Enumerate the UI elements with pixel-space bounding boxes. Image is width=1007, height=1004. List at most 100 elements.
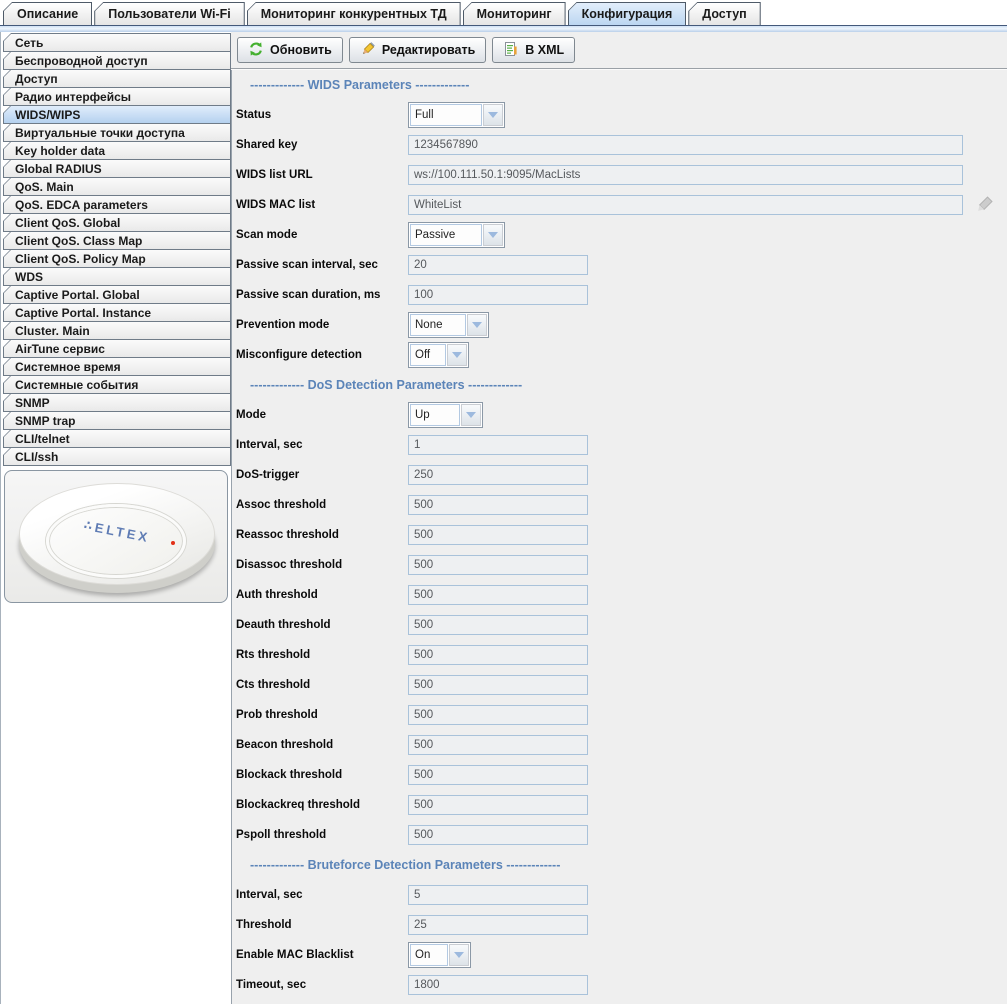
sidebar-item[interactable]: Системное время xyxy=(3,357,231,376)
dropdown[interactable]: Off xyxy=(408,342,469,368)
form-row: Passive scan interval, sec 20 xyxy=(232,250,1007,280)
text-field[interactable]: 20 xyxy=(408,255,588,275)
dropdown[interactable]: Up xyxy=(408,402,483,428)
dropdown[interactable]: None xyxy=(408,312,489,338)
sidebar-list: Сеть Беспроводной доступ Доступ Радио ин… xyxy=(3,33,231,466)
text-field[interactable]: 500 xyxy=(408,825,588,845)
top-tab[interactable]: Доступ xyxy=(688,2,760,25)
form-row: Status Full xyxy=(232,100,1007,130)
field-label: Reassoc threshold xyxy=(236,529,408,541)
top-tab[interactable]: Мониторинг конкурентных ТД xyxy=(247,2,461,25)
text-field[interactable]: 1 xyxy=(408,435,588,455)
sidebar-item[interactable]: Системные события xyxy=(3,375,231,394)
field-label: Assoc threshold xyxy=(236,499,408,511)
sidebar-item[interactable]: Client QoS. Global xyxy=(3,213,231,232)
text-field[interactable]: 500 xyxy=(408,795,588,815)
sidebar-item[interactable]: Доступ xyxy=(3,69,231,88)
text-field[interactable]: 500 xyxy=(408,645,588,665)
form-section: ------------- WIDS Parameters ----------… xyxy=(232,70,1007,370)
tab-strip xyxy=(0,25,1007,32)
text-field[interactable]: 1234567890 xyxy=(408,135,963,155)
sidebar-item-label: Client QoS. Global xyxy=(15,216,120,230)
sidebar-item[interactable]: Сеть xyxy=(3,33,231,52)
edit-button[interactable]: Редактировать xyxy=(349,37,486,63)
text-field[interactable]: 500 xyxy=(408,555,588,575)
tab-label: Описание xyxy=(17,7,78,21)
sidebar-item-label: Радио интерфейсы xyxy=(15,90,131,104)
dropdown-arrow-button[interactable] xyxy=(447,344,467,366)
form-row: Prevention mode None xyxy=(232,310,1007,340)
field-label: Blockack threshold xyxy=(236,769,408,781)
text-field[interactable]: 500 xyxy=(408,525,588,545)
sidebar-item[interactable]: CLI/ssh xyxy=(3,447,231,466)
top-tab[interactable]: Пользователи Wi-Fi xyxy=(94,2,245,25)
sidebar-item[interactable]: CLI/telnet xyxy=(3,429,231,448)
dropdown-arrow-button[interactable] xyxy=(461,404,481,426)
text-field[interactable]: 500 xyxy=(408,615,588,635)
sidebar-item[interactable]: Client QoS. Class Map xyxy=(3,231,231,250)
sidebar-item[interactable]: Радио интерфейсы xyxy=(3,87,231,106)
top-tab[interactable]: Конфигурация xyxy=(568,2,687,25)
sidebar-item-label: Captive Portal. Global xyxy=(15,288,140,302)
tab-bar: Описание Пользователи Wi-Fi Мониторинг к… xyxy=(0,0,1007,25)
refresh-button[interactable]: Обновить xyxy=(237,37,343,63)
pencil-icon[interactable] xyxy=(971,194,997,216)
top-tab[interactable]: Описание xyxy=(3,2,92,25)
text-field[interactable]: 1800 xyxy=(408,975,588,995)
dropdown[interactable]: Passive xyxy=(408,222,505,248)
text-field[interactable]: 100 xyxy=(408,285,588,305)
form-row: Timeout, sec 1800 xyxy=(232,970,1007,1000)
text-field[interactable]: WhiteList xyxy=(408,195,963,215)
field-label: WIDS list URL xyxy=(236,169,408,181)
sidebar-item[interactable]: WDS xyxy=(3,267,231,286)
text-field[interactable]: 500 xyxy=(408,705,588,725)
sidebar-item-label: Client QoS. Class Map xyxy=(15,234,142,248)
top-tab[interactable]: Мониторинг xyxy=(463,2,566,25)
sidebar-item-label: QoS. EDCA parameters xyxy=(15,198,148,212)
text-field[interactable]: 500 xyxy=(408,765,588,785)
field-label: Scan mode xyxy=(236,229,408,241)
dropdown[interactable]: Full xyxy=(408,102,505,128)
sidebar-item[interactable]: WIDS/WIPS xyxy=(3,105,231,124)
sidebar-item[interactable]: Беспроводной доступ xyxy=(3,51,231,70)
text-field[interactable]: 250 xyxy=(408,465,588,485)
dropdown-arrow-button[interactable] xyxy=(483,224,503,246)
text-field[interactable]: 500 xyxy=(408,585,588,605)
sidebar-item[interactable]: SNMP trap xyxy=(3,411,231,430)
sidebar-item[interactable]: Global RADIUS xyxy=(3,159,231,178)
field-label: Rts threshold xyxy=(236,649,408,661)
dropdown-arrow-button[interactable] xyxy=(467,314,487,336)
sidebar-item[interactable]: Client QoS. Policy Map xyxy=(3,249,231,268)
text-field[interactable]: ws://100.111.50.1:9095/MacLists xyxy=(408,165,963,185)
text-field[interactable]: 500 xyxy=(408,735,588,755)
field-label: Status xyxy=(236,109,408,121)
dropdown-arrow-button[interactable] xyxy=(483,104,503,126)
sidebar-item[interactable]: Виртуальные точки доступа xyxy=(3,123,231,142)
tab-label: Пользователи Wi-Fi xyxy=(108,7,231,21)
field-label: Auth threshold xyxy=(236,589,408,601)
field-label: Passive scan interval, sec xyxy=(236,259,408,271)
field-label: WIDS MAC list xyxy=(236,199,408,211)
sidebar-item[interactable]: QoS. Main xyxy=(3,177,231,196)
text-field[interactable]: 25 xyxy=(408,915,588,935)
sidebar-item[interactable]: SNMP xyxy=(3,393,231,412)
sidebar-item[interactable]: Key holder data xyxy=(3,141,231,160)
dropdown-arrow-button[interactable] xyxy=(449,944,469,966)
sidebar-item[interactable]: QoS. EDCA parameters xyxy=(3,195,231,214)
sidebar-item[interactable]: Captive Portal. Global xyxy=(3,285,231,304)
device-led-icon xyxy=(171,541,175,545)
toolbar: Обновить Редактировать xyxy=(231,32,1007,68)
sidebar-item[interactable]: AirTune сервис xyxy=(3,339,231,358)
form-row: Reassoc threshold 500 xyxy=(232,520,1007,550)
text-field[interactable]: 500 xyxy=(408,675,588,695)
dropdown[interactable]: On xyxy=(408,942,471,968)
field-label: Misconfigure detection xyxy=(236,349,408,361)
sidebar-item[interactable]: Cluster. Main xyxy=(3,321,231,340)
xml-document-icon xyxy=(503,41,519,60)
to-xml-button[interactable]: В XML xyxy=(492,37,575,63)
text-field[interactable]: 5 xyxy=(408,885,588,905)
field-label: Threshold xyxy=(236,919,408,931)
text-field[interactable]: 500 xyxy=(408,495,588,515)
sidebar-item[interactable]: Captive Portal. Instance xyxy=(3,303,231,322)
field-label: Pspoll threshold xyxy=(236,829,408,841)
